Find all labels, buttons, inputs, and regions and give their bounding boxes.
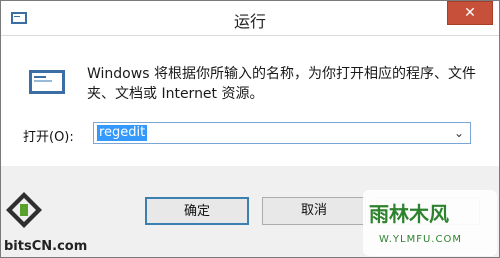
- instruction-text: Windows 将根据你所输入的名称，为你打开相应的程序、文件夹、文档或 Int…: [87, 66, 476, 102]
- open-input-value[interactable]: regedit: [97, 125, 148, 141]
- cancel-button[interactable]: 取消: [262, 197, 366, 225]
- ylmf-watermark-url: W.YLMFU.COM: [379, 234, 462, 245]
- ylmf-watermark: 雨林木风 W.YLMFU.COM: [363, 190, 497, 256]
- bitscn-watermark-text: bitsCN.com: [4, 239, 88, 254]
- ylmf-watermark-title: 雨林木风: [369, 202, 449, 226]
- bitscn-watermark: bitsCN.com: [4, 190, 94, 256]
- title-bar: 运行 ✕: [1, 1, 499, 36]
- window-title: 运行: [233, 12, 266, 31]
- run-dialog-icon: [25, 64, 71, 100]
- open-combobox[interactable]: regedit ⌄: [93, 122, 471, 144]
- dialog-content: Windows 将根据你所输入的名称，为你打开相应的程序、文件夹、文档或 Int…: [1, 36, 499, 166]
- bitscn-logo-icon: [6, 192, 42, 228]
- ok-button[interactable]: 确定: [145, 197, 249, 225]
- close-button[interactable]: ✕: [447, 1, 493, 25]
- chevron-down-icon[interactable]: ⌄: [454, 126, 464, 140]
- open-label: 打开(O):: [23, 130, 74, 145]
- close-icon: ✕: [464, 5, 476, 21]
